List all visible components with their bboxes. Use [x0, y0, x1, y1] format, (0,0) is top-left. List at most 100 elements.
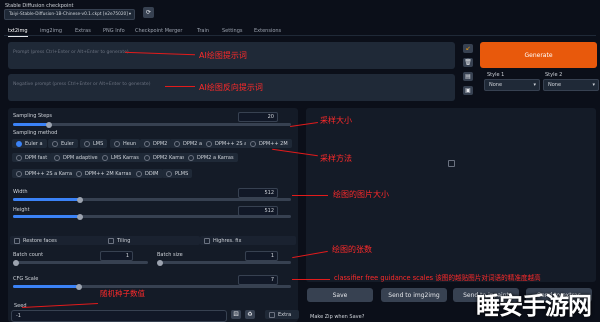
tab-extensions[interactable]: Extensions	[254, 28, 281, 34]
sampling-method-option[interactable]: DPM2 a	[170, 139, 207, 148]
sampling-method-option[interactable]: PLMS	[162, 169, 193, 178]
tab-png-info[interactable]: PNG Info	[103, 28, 125, 34]
annotation-method: 采样方法	[320, 154, 352, 163]
radio-dot	[206, 140, 212, 147]
trash-icon: 🗑	[464, 59, 472, 66]
sampling-method-option[interactable]: Heun	[110, 139, 141, 148]
tab-img2img[interactable]: img2img	[40, 28, 62, 34]
width-slider[interactable]	[13, 196, 291, 203]
annotation-arrow	[165, 86, 195, 87]
extra-label: Extra	[278, 311, 292, 318]
radio-dot	[16, 170, 22, 177]
send-to-img2img-button[interactable]: Send to img2img	[381, 288, 447, 302]
generate-button[interactable]: Generate	[480, 42, 597, 68]
checkbox-box	[269, 311, 275, 318]
paste-params-button[interactable]: ↙	[463, 44, 473, 53]
slider-knob[interactable]	[13, 259, 19, 266]
sampling-method-option[interactable]: DPM++ 2M	[246, 139, 292, 148]
style2-value: None	[548, 82, 562, 88]
radio-dot	[188, 154, 194, 161]
chevron-down-icon: ▾	[128, 12, 131, 17]
tiling-checkbox[interactable]: Tiling	[104, 236, 200, 245]
cfg-scale-input[interactable]: 7	[238, 275, 278, 285]
sampling-method-label: DPM++ 2M	[259, 140, 288, 147]
sampling-method-option[interactable]: DPM++ 2S a Karras	[12, 169, 79, 178]
sampling-method-label: Euler a	[25, 140, 43, 147]
sampling-method-option[interactable]: DPM2 Karras	[140, 153, 189, 162]
batch-size-label: Batch size	[157, 252, 183, 258]
highres-fix-label: Highres. fix	[213, 237, 242, 244]
style2-select[interactable]: None ▾	[543, 79, 599, 91]
clear-prompt-button[interactable]: 🗑	[463, 58, 473, 67]
sampling-method-option[interactable]: DPM2 a Karras	[184, 153, 238, 162]
radio-dot	[16, 154, 22, 161]
seed-value: -1	[16, 313, 21, 319]
seed-input[interactable]: -1	[11, 310, 227, 322]
sampling-method-option[interactable]: DPM fast	[12, 153, 52, 162]
sampling-method-option[interactable]: LMS Karras	[98, 153, 143, 162]
prompt-placeholder: Prompt (press Ctrl+Enter or Alt+Enter to…	[13, 50, 129, 55]
save-style-button[interactable]: ▣	[463, 86, 473, 95]
sampling-method-option[interactable]: Euler	[48, 139, 78, 148]
slider-knob[interactable]	[76, 213, 83, 220]
annotation-steps: 采样大小	[320, 116, 352, 125]
height-slider[interactable]	[13, 213, 291, 220]
sampling-method-label: Euler	[61, 140, 74, 147]
slider-knob[interactable]	[76, 196, 83, 203]
radio-dot	[76, 170, 82, 177]
batch-size-input[interactable]: 1	[245, 251, 278, 261]
restore-faces-checkbox[interactable]: Restore faces	[10, 236, 106, 245]
refresh-icon: ⟳	[145, 9, 152, 16]
sampling-steps-label: Sampling Steps	[13, 113, 52, 119]
radio-dot	[144, 140, 150, 147]
checkbox-box	[204, 237, 210, 244]
radio-dot	[174, 140, 180, 147]
sampling-method-option[interactable]: Euler a	[12, 139, 47, 148]
batch-count-slider[interactable]	[13, 259, 148, 266]
sampling-method-option[interactable]: DPM2	[140, 139, 172, 148]
sampling-method-label: LMS	[93, 140, 104, 147]
reuse-seed-button[interactable]: ♻	[245, 310, 255, 319]
style1-label: Style 1	[487, 72, 505, 78]
sampling-method-option[interactable]: DPM adaptive	[50, 153, 102, 162]
width-input[interactable]: 512	[238, 188, 278, 198]
load-style-button[interactable]: ▤	[463, 72, 473, 81]
batch-size-slider[interactable]	[157, 259, 291, 266]
annotation-arrow	[292, 279, 330, 280]
sampling-method-option[interactable]: LMS	[80, 139, 108, 148]
slider-knob[interactable]	[46, 121, 53, 128]
slider-knob[interactable]	[76, 283, 82, 290]
sampling-method-label: DPM++ 2S a	[215, 140, 248, 147]
tab-settings[interactable]: Settings	[222, 28, 243, 34]
style1-select[interactable]: None ▾	[484, 79, 540, 91]
random-seed-button[interactable]: ⚄	[231, 310, 241, 319]
sampling-steps-slider[interactable]	[13, 121, 291, 128]
slider-fill	[13, 123, 50, 126]
slider-knob[interactable]	[157, 259, 163, 266]
radio-dot	[54, 154, 60, 161]
save-button[interactable]: Save	[307, 288, 373, 302]
style2-label: Style 2	[545, 72, 563, 78]
radio-dot	[250, 140, 256, 147]
radio-dot	[114, 140, 120, 147]
watermark: 睡安手游网	[476, 292, 592, 320]
checkpoint-value: Taiyi-Stable-Diffusion-1B-Chinese-v0.1.c…	[9, 12, 128, 17]
chevron-down-icon: ▾	[592, 82, 595, 88]
sampling-method-option[interactable]: DPM++ 2M Karras	[72, 169, 136, 178]
extra-seed-checkbox[interactable]: Extra	[265, 310, 299, 319]
sampling-method-option[interactable]: DDIM	[132, 169, 163, 178]
cfg-scale-slider[interactable]	[13, 283, 291, 290]
refresh-checkpoint-button[interactable]: ⟳	[143, 7, 154, 18]
annotation-arrow	[292, 195, 328, 196]
highres-fix-checkbox[interactable]: Highres. fix	[200, 236, 296, 245]
height-label: Height	[13, 207, 30, 213]
checkpoint-select[interactable]: Taiyi-Stable-Diffusion-1B-Chinese-v0.1.c…	[4, 9, 135, 20]
batch-count-input[interactable]: 1	[100, 251, 133, 261]
make-zip-checkbox[interactable]: Make Zip when Save?	[306, 312, 394, 321]
sampling-method-option[interactable]: DPM++ 2S a	[202, 139, 252, 148]
tab-train[interactable]: Train	[197, 28, 209, 34]
tab-checkpoint-merger[interactable]: Checkpoint Merger	[135, 28, 182, 34]
sampling-steps-input[interactable]: 20	[238, 112, 278, 122]
tab-extras[interactable]: Extras	[75, 28, 91, 34]
radio-dot	[102, 154, 108, 161]
